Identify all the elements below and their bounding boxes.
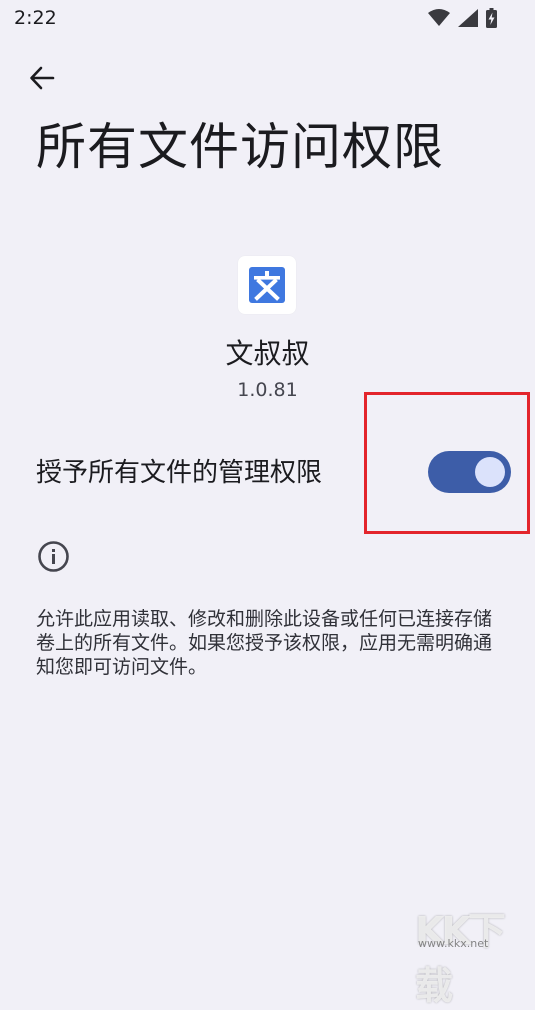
page-title: 所有文件访问权限 (36, 118, 444, 176)
watermark-url: www.kkx.net (418, 937, 489, 950)
battery-charging-icon (486, 8, 497, 28)
signal-icon (458, 9, 478, 27)
info-icon (38, 541, 69, 572)
status-time: 2:22 (14, 7, 57, 29)
wifi-icon (428, 9, 450, 26)
highlight-annotation-box (364, 392, 530, 534)
wenshushu-logo-icon (249, 267, 285, 303)
permission-description: 允许此应用读取、修改和删除此设备或任何已连接存储卷上的所有文件。如果您授予该权限… (36, 608, 493, 678)
status-bar: 2:22 (0, 0, 535, 36)
app-name: 文叔叔 (225, 337, 310, 370)
app-icon (238, 256, 296, 314)
status-icons (428, 8, 497, 28)
watermark-logo: KK下载 (415, 909, 506, 1008)
back-button[interactable] (24, 60, 60, 96)
permission-label: 授予所有文件的管理权限 (36, 458, 323, 488)
arrow-left-icon (30, 66, 55, 90)
